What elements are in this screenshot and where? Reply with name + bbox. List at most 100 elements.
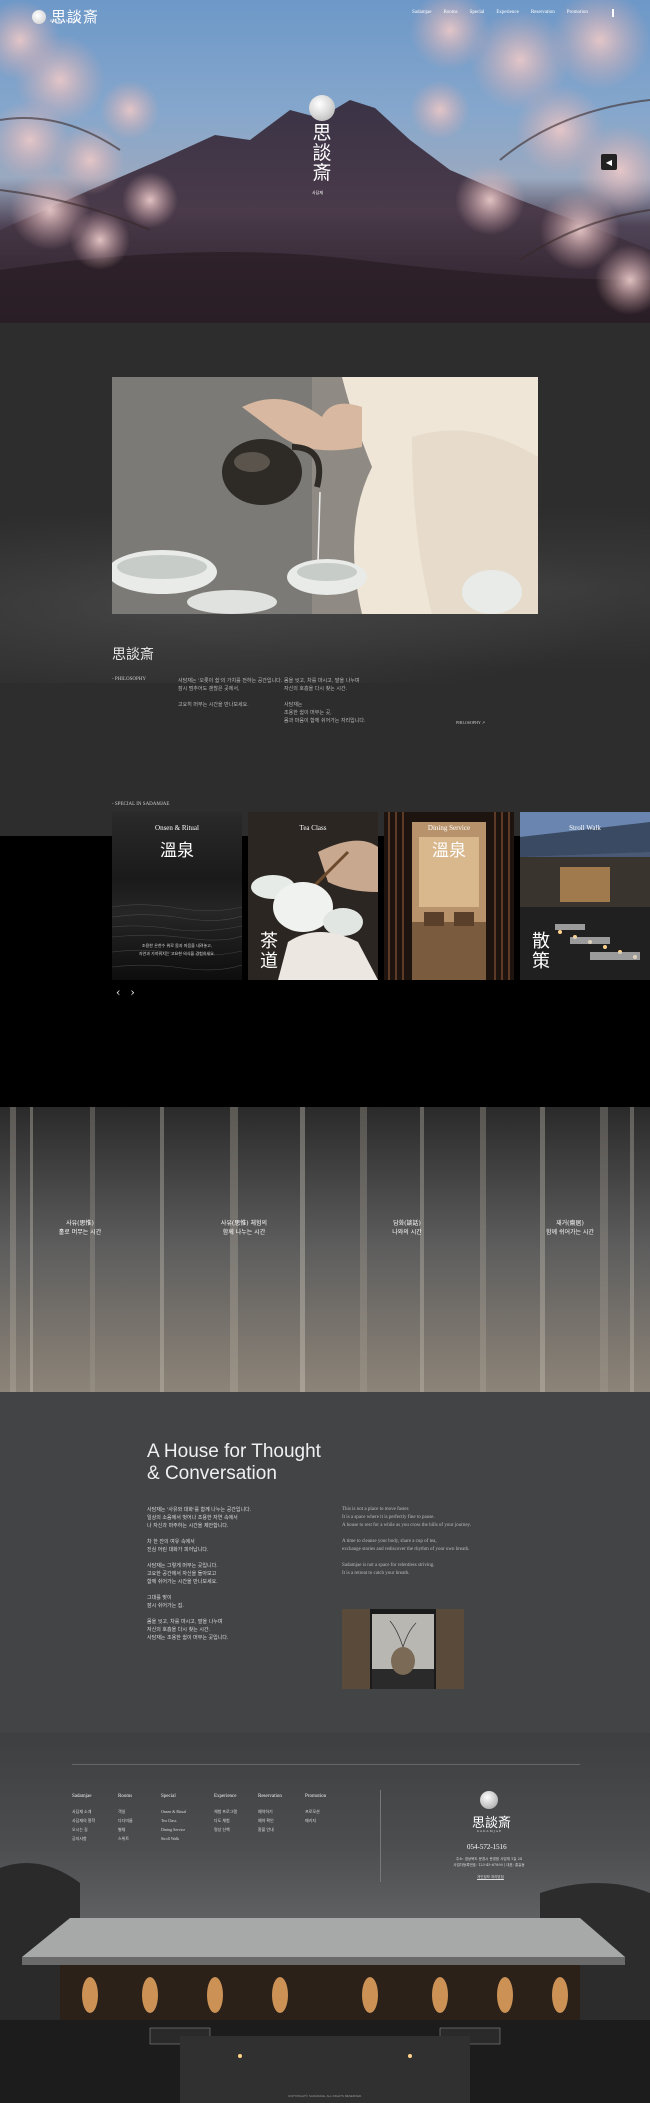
card-vertical-han: 散策 [532, 931, 550, 972]
footer-link[interactable]: 체험 프로그램 [214, 1807, 237, 1816]
philosophy-line: 몸을 씻고, 차를 마시고, 말을 나누며 [284, 678, 360, 684]
house-en-line: Sadamjae is not a space for relentless s… [342, 1563, 435, 1568]
footer-link[interactable]: Onsen & Ritual [161, 1807, 186, 1816]
footer-link[interactable]: 명상 산책 [214, 1825, 237, 1834]
footer-link[interactable]: 스위트 [118, 1834, 133, 1843]
footer-link[interactable]: 공지사항 [72, 1834, 95, 1843]
chevron-right-icon[interactable]: › [130, 986, 134, 999]
curtain-caption-4: 재거(齋居) 함께 쉬어가는 시간 [500, 1219, 640, 1237]
footer-col-promotion: Promotion 프로모션 패키지 [305, 1792, 326, 1825]
footer-link[interactable]: 별채 [118, 1825, 133, 1834]
house-section [0, 1392, 650, 1733]
footer-link[interactable]: 다다미룸 [118, 1816, 133, 1825]
menu-icon[interactable] [612, 9, 614, 17]
nav-item-experience[interactable]: Experience [496, 10, 519, 15]
philosophy-title: 思談斎 [112, 647, 154, 663]
curtain-caption-line: 사유(思惟) [66, 1220, 94, 1227]
footer-link[interactable]: Stroll Walk [161, 1834, 186, 1843]
card-title: Tea Class [299, 824, 327, 832]
footer-link[interactable]: 다도 체험 [214, 1816, 237, 1825]
footer-link[interactable]: 사담재 소개 [72, 1807, 95, 1816]
philosophy-text-col2: 몸을 씻고, 차를 마시고, 말을 나누며 자신의 호흡을 다시 찾는 시간. … [284, 677, 404, 725]
nav-item-promotion[interactable]: Promotion [567, 10, 588, 15]
card-han: 溫泉 [160, 841, 194, 861]
house-interior-illustration [342, 1609, 464, 1689]
nav-item-reservation[interactable]: Reservation [531, 10, 555, 15]
arrow-left-icon: ◀ [605, 157, 613, 167]
footer-col-head[interactable]: Special [161, 1792, 186, 1801]
footer-col-head[interactable]: Reservation [258, 1792, 282, 1801]
footer-link[interactable]: 예약하기 [258, 1807, 282, 1816]
special-card-dining[interactable]: Dining Service 溫泉 [384, 812, 514, 980]
card-title: Onsen & Ritual [155, 824, 199, 832]
house-title: A House for Thought & Conversation [147, 1441, 321, 1485]
house-english-text: This is not a place to move faster. It i… [342, 1506, 542, 1578]
curtain-caption-1: 사유(思惟) 홀로 머무는 시간 [10, 1219, 150, 1237]
card-vertical-han: 茶道 [260, 931, 278, 972]
special-card-stroll[interactable]: Stroll Walk 散策 [520, 812, 650, 980]
philosophy-line: 사담재는 [284, 702, 303, 708]
house-en-line [342, 1530, 542, 1538]
nav-item-rooms[interactable]: Rooms [443, 10, 457, 15]
house-title-line: A House for Thought [147, 1441, 321, 1462]
house-en-line: A house to rest for a while as you cross… [342, 1523, 471, 1528]
nav-item-sadamjae[interactable]: Sadamjae [412, 10, 431, 15]
footer-col-head[interactable]: Rooms [118, 1792, 133, 1801]
footer-col-special: Special Onsen & Ritual Tea Class Dining … [161, 1792, 186, 1843]
footer-col-head[interactable]: Sadamjae [72, 1792, 95, 1801]
house-en-line: A time to cleanse your body, share a cup… [342, 1539, 437, 1544]
house-en-line: It is a retreat to catch your breath. [342, 1571, 410, 1576]
curtain-caption-line: 나와의 시간 [392, 1229, 422, 1236]
curtain-caption-line: 홀로 머무는 시간 [58, 1229, 102, 1236]
footer-col-head[interactable]: Experience [214, 1792, 237, 1801]
footer-col-head[interactable]: Promotion [305, 1792, 326, 1801]
footer-link[interactable]: 예약 확인 [258, 1816, 282, 1825]
house-title-line: & Conversation [147, 1463, 277, 1484]
house-ko-line: 자신의 호흡을 다시 찾는 시간. [147, 1627, 211, 1633]
hero-side-button[interactable]: ◀ [601, 154, 617, 170]
house-interior-photo [342, 1609, 464, 1689]
footer-link[interactable]: 프로모션 [305, 1807, 326, 1816]
curtain-caption-2: 사유(思惟) 체험의 함께 나누는 시간 [174, 1219, 314, 1237]
house-ko-line: 사담재는 그렇게 머무는 곳입니다. [147, 1563, 218, 1569]
philosophy-more-link[interactable]: PHILOSOPHY ↗ [456, 720, 485, 725]
moon-logo-icon [32, 9, 46, 24]
house-ko-line [147, 1610, 307, 1618]
footer-vertical-divider [380, 1790, 381, 1882]
house-en-line [342, 1554, 542, 1562]
house-ko-line: 고요한 공간에서 자신을 돌아보고 [147, 1571, 217, 1577]
curtain-texture [0, 1107, 650, 1392]
special-card-onsen[interactable]: Onsen & Ritual 溫泉 조용한 온천수 위로 몸과 마음을 내려놓고… [112, 812, 242, 980]
special-card-tea[interactable]: Tea Class 茶道 [248, 812, 378, 980]
card-desc: 조용한 온천수 위로 몸과 마음을 내려놓고, 자연과 가까워지는 고요한 의식… [112, 942, 242, 958]
footer-link[interactable]: 객실 [118, 1807, 133, 1816]
footer-moon-emblem-icon [480, 1791, 498, 1809]
footer-divider [72, 1764, 580, 1765]
footer-link[interactable]: 사담재의 철학 [72, 1816, 95, 1825]
footer-phone[interactable]: 054-572-1516 [467, 1843, 507, 1851]
philosophy-line [284, 693, 404, 701]
copyright: COPYRIGHT© SADAMJAE. ALL RIGHTS RESERVED… [287, 2094, 363, 2098]
privacy-policy-link[interactable]: 개인정보 처리방침 [477, 1875, 504, 1880]
footer-col-experience: Experience 체험 프로그램 다도 체험 명상 산책 [214, 1792, 237, 1834]
footer-link[interactable]: 환불 안내 [258, 1825, 282, 1834]
house-ko-line: 잠시 쉬어가는 집. [147, 1603, 184, 1609]
card-title: Dining Service [427, 824, 471, 832]
brand-sub: SADAMJAE [50, 18, 82, 23]
philosophy-text-col1: 사담재는 '오롯이 쉼'의 가치를 전하는 공간입니다. 잠시 멈추어도 괜찮은… [178, 677, 298, 709]
brand-logo[interactable]: 思談斎 [32, 6, 99, 27]
footer-building-illustration [0, 1863, 650, 2103]
footer-link[interactable]: 오시는 길 [72, 1825, 95, 1834]
chevron-left-icon[interactable]: ‹ [116, 986, 120, 999]
nav-item-special[interactable]: Special [470, 10, 485, 15]
footer-link[interactable]: 패키지 [305, 1816, 326, 1825]
house-ko-line: 사담재는 조용한 쉼이 머무는 곳입니다. [147, 1635, 229, 1641]
footer-brand-sub: SADAMJAE [476, 1829, 503, 1833]
footer-link[interactable]: Tea Class [161, 1816, 186, 1825]
footer-link[interactable]: Dining Service [161, 1825, 186, 1834]
footer-col-reservation: Reservation 예약하기 예약 확인 환불 안내 [258, 1792, 282, 1834]
curtain-caption-line: 함께 나누는 시간 [222, 1229, 266, 1236]
house-ko-line: 몸을 씻고, 차를 마시고, 말을 나누며 [147, 1619, 223, 1625]
philosophy-line: 자신의 호흡을 다시 찾는 시간. [284, 686, 348, 692]
carousel-arrows: ‹ › [116, 986, 135, 999]
